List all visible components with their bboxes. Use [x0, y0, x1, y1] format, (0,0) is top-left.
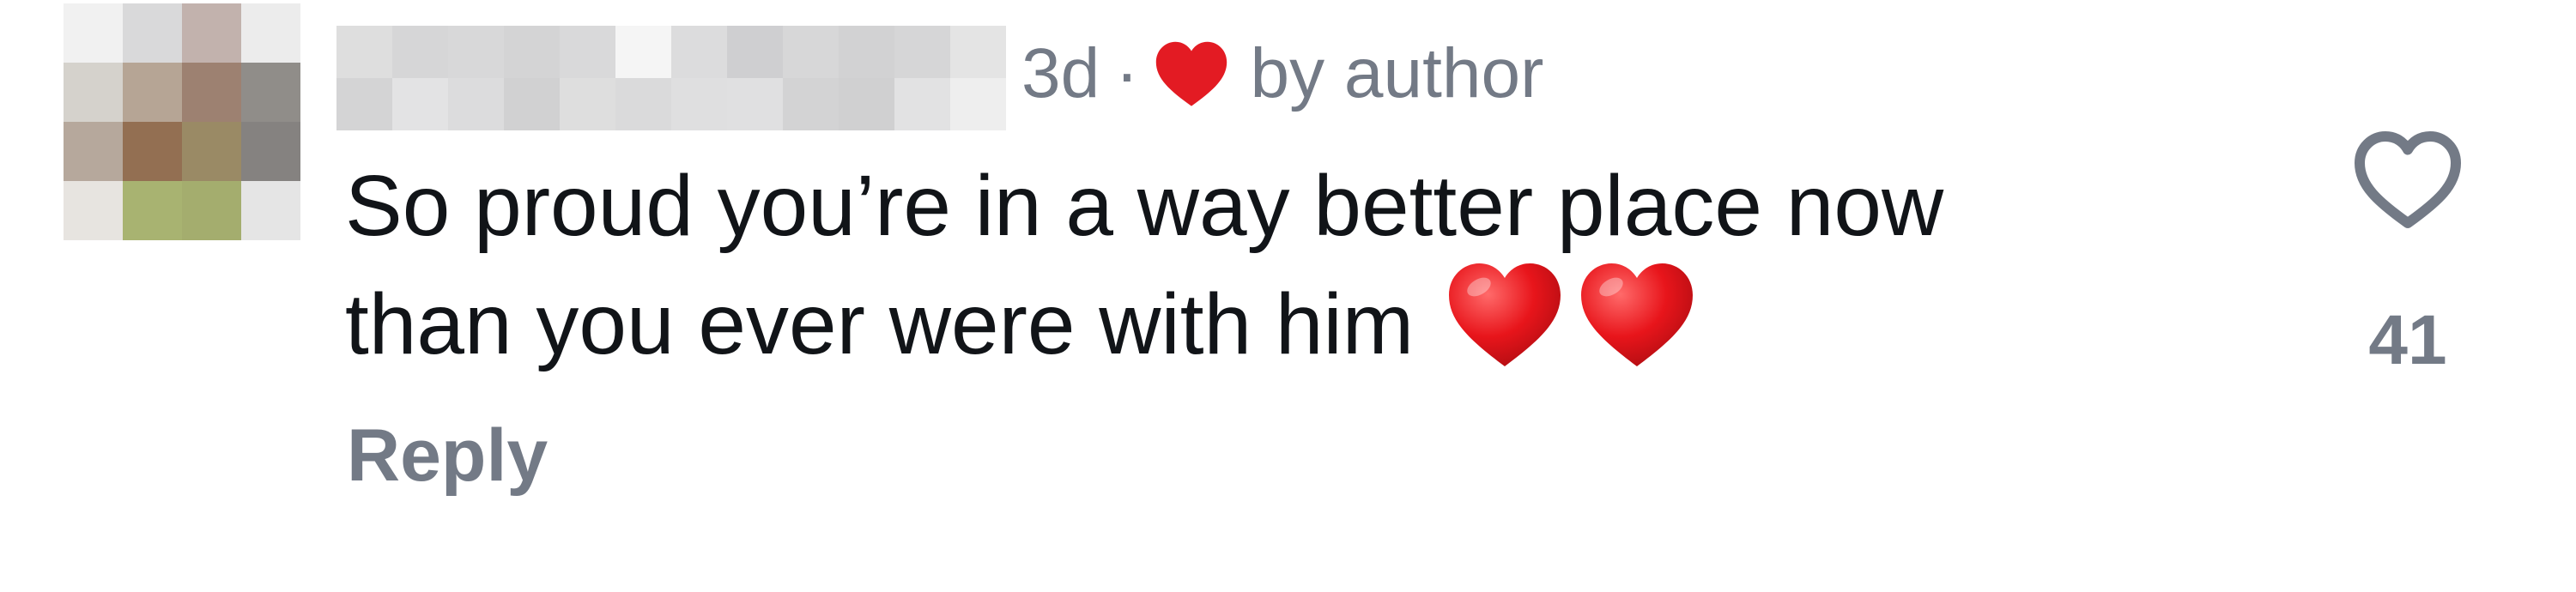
time-ago: 3d — [1021, 34, 1100, 112]
reply-button[interactable]: Reply — [347, 414, 548, 498]
avatar[interactable] — [64, 3, 300, 240]
like-heart-icon[interactable] — [2352, 129, 2464, 232]
like-count: 41 — [2368, 301, 2447, 379]
red-heart-emoji-icon — [1581, 263, 1694, 366]
liked-by-author-label: by author — [1250, 34, 1544, 112]
username-redacted[interactable] — [336, 26, 1006, 130]
comment-text-line-2: than you ever were with him — [345, 276, 1415, 372]
comment-meta: 3d · by author — [1021, 31, 1543, 117]
red-heart-emoji-icon — [1449, 263, 1561, 366]
like-column: 41 — [2318, 129, 2498, 403]
comment-text: So proud you’re in a way better place no… — [345, 153, 2234, 378]
meta-separator: · — [1115, 34, 1139, 112]
liked-by-author-heart-icon — [1155, 41, 1227, 106]
comment-item: 3d · by author So proud you’re in a way … — [0, 0, 2576, 592]
comment-text-line-1: So proud you’re in a way better place no… — [345, 158, 1944, 254]
